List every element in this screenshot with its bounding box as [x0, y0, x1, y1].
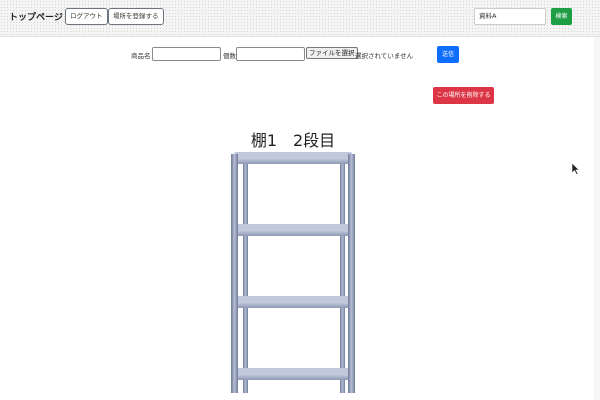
- product-name-input[interactable]: [152, 47, 221, 61]
- brand-link[interactable]: トップページ: [9, 10, 63, 23]
- shelf-post-back-right: [340, 154, 345, 393]
- mouse-cursor-icon: [572, 163, 580, 175]
- shelf-board-1: [231, 152, 355, 164]
- logout-button[interactable]: ログアウト: [65, 8, 108, 25]
- submit-button[interactable]: 送信: [437, 46, 459, 63]
- product-name-label: 商品名: [131, 52, 151, 60]
- search-input[interactable]: 資料A: [474, 8, 546, 25]
- quantity-input[interactable]: [236, 47, 305, 61]
- navbar: トップページ ログアウト 場所を登録する 資料A 検索: [0, 0, 600, 37]
- shelf-board-2: [231, 224, 355, 236]
- delete-place-button[interactable]: この場所を削除する: [433, 87, 494, 104]
- quantity-label: 個数: [223, 52, 236, 60]
- shelf-board-4: [231, 368, 355, 380]
- shelf-board-3: [231, 296, 355, 308]
- shelf-post-front-left: [231, 154, 238, 393]
- page-scrollbar[interactable]: [594, 37, 600, 400]
- file-status-text: 選択されていません: [355, 52, 414, 60]
- shelf-post-back-left: [243, 154, 248, 393]
- search-button[interactable]: 検索: [551, 8, 572, 25]
- shelf-image: [231, 152, 355, 393]
- file-select-button[interactable]: ファイルを選択: [306, 47, 358, 59]
- shelf-post-front-right: [348, 154, 355, 393]
- register-place-button[interactable]: 場所を登録する: [108, 8, 164, 25]
